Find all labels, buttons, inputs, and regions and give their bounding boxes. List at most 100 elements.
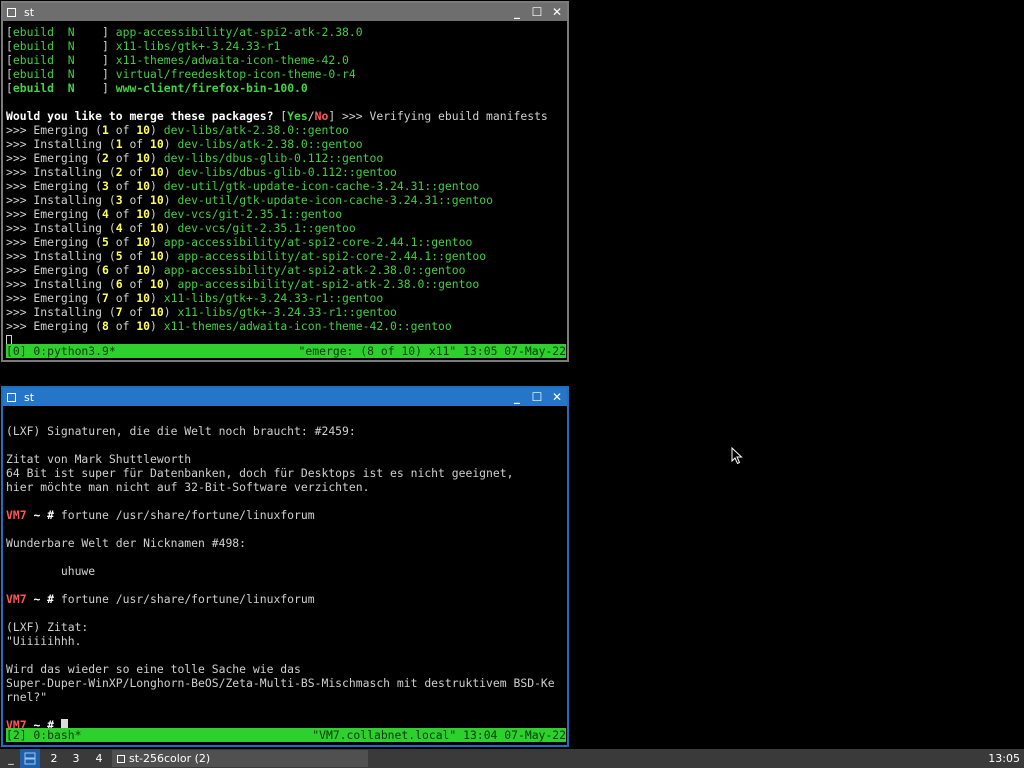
terminal-text: ]: [74, 25, 116, 39]
ebuild-line: [ebuild N ] virtual/freedesktop-icon-the…: [6, 67, 566, 81]
close-button[interactable]: ✕: [547, 3, 567, 21]
step-number: 2: [102, 151, 109, 165]
tmux-status-bar: [0] 0:python3.9* "emerge: (8 of 10) x11"…: [6, 344, 566, 358]
terminal-text: ): [163, 277, 178, 291]
ebuild-tag: ebuild: [12, 25, 55, 39]
ebuild-line: [ebuild N ] x11-themes/adwaita-icon-them…: [6, 53, 566, 67]
maximize-button[interactable]: ☐: [527, 388, 547, 406]
terminal-text: >>> Emerging (: [6, 151, 103, 165]
package-name: dev-libs/dbus-glib-0.112::gentoo: [163, 151, 384, 165]
terminal-text: [: [6, 67, 13, 81]
ebuild-flag: N: [67, 53, 75, 67]
terminal-text: ]: [74, 53, 116, 67]
terminal-text: [: [6, 39, 13, 53]
package-name: x11-libs/gtk+-3.24.33-r1: [115, 39, 281, 53]
ebuild-flag: N: [67, 39, 75, 53]
shell-prompt-line: VM7 ~ # fortune /usr/share/fortune/linux…: [6, 508, 566, 522]
package-name: dev-util/gtk-update-icon-cache-3.24.31::…: [163, 179, 480, 193]
taskbar-task-st[interactable]: st-256color (2): [112, 750, 368, 767]
step-number: 7: [115, 305, 123, 319]
step-number: 6: [115, 277, 123, 291]
terminal-text: [: [6, 25, 13, 39]
desktop-1-button[interactable]: [20, 749, 40, 768]
terminal-text: [: [6, 81, 13, 95]
terminal-text: >>> Installing (: [6, 137, 116, 151]
step-number: 3: [102, 179, 109, 193]
step-total: 10: [136, 151, 151, 165]
window-title: st: [24, 390, 35, 404]
terminal-text: of: [108, 179, 137, 193]
package-name: dev-vcs/git-2.35.1::gentoo: [163, 207, 343, 221]
step-total: 10: [136, 235, 151, 249]
terminal-text: ): [163, 305, 178, 319]
terminal-window-emerge[interactable]: st _ ☐ ✕ [ebuild N ] app-accessibility/a…: [1, 1, 569, 362]
step-number: 1: [102, 123, 109, 137]
show-desktop-button[interactable]: _: [4, 749, 18, 768]
desktop-2-button[interactable]: 2: [44, 749, 64, 768]
package-name: x11-themes/adwaita-icon-theme-42.0: [115, 53, 349, 67]
output-text: hier möchte man nicht auf 32-Bit-Softwar…: [6, 480, 370, 494]
package-name: virtual/freedesktop-icon-theme-0-r4: [115, 67, 356, 81]
prompt-host: VM7: [6, 592, 27, 606]
merge-question: Would you like to merge these packages?: [6, 109, 274, 123]
step-number: 5: [115, 249, 123, 263]
close-button[interactable]: ✕: [547, 388, 567, 406]
terminal-text: ): [163, 249, 178, 263]
merge-yes: Yes: [287, 109, 308, 123]
terminal-window-bash[interactable]: st _ ☐ ✕ (LXF) Signaturen, die die Welt …: [1, 386, 569, 747]
output-line: uhuwe: [6, 564, 566, 578]
ebuild-tag: ebuild: [12, 81, 55, 95]
task-label: st-256color (2): [129, 752, 211, 765]
shell-command: fortune /usr/share/fortune/linuxforum: [60, 592, 315, 606]
maximize-button[interactable]: ☐: [527, 3, 547, 21]
step-number: 2: [115, 165, 123, 179]
window-titlebar[interactable]: st _ ☐ ✕: [3, 3, 567, 21]
output-text: (LXF) Signaturen, die die Welt noch brau…: [6, 424, 356, 438]
desktop-4-button[interactable]: 4: [89, 749, 109, 768]
terminal-text: ): [150, 291, 164, 305]
step-total: 10: [136, 291, 151, 305]
step-total: 10: [136, 123, 151, 137]
clock: 13:05: [988, 752, 1020, 765]
emerge-step-line: >>> Installing (2 of 10) dev-libs/dbus-g…: [6, 165, 566, 179]
emerge-step-line: >>> Emerging (1 of 10) dev-libs/atk-2.38…: [6, 123, 566, 137]
terminal-output[interactable]: (LXF) Signaturen, die die Welt noch brau…: [6, 410, 566, 745]
terminal-text: ]: [74, 67, 116, 81]
prompt-symbol: #: [47, 592, 55, 606]
terminal-output[interactable]: [ebuild N ] app-accessibility/at-spi2-at…: [6, 25, 566, 360]
terminal-text: of: [122, 193, 151, 207]
terminal-text: >>> Emerging (: [6, 179, 103, 193]
desktop-3-button[interactable]: 3: [66, 749, 86, 768]
output-line: Super-Duper-WinXP/Longhorn-BeOS/Zeta-Mul…: [6, 676, 566, 690]
terminal-text: of: [122, 221, 151, 235]
output-line: Wunderbare Welt der Nicknamen #498:: [6, 536, 566, 550]
tmux-status-right: "emerge: (8 of 10) x11" 13:05 07-May-22: [298, 344, 566, 358]
merge-prompt-line: Would you like to merge these packages? …: [6, 109, 566, 123]
terminal-text: ): [150, 235, 164, 249]
emerge-step-line: >>> Emerging (7 of 10) x11-libs/gtk+-3.2…: [6, 291, 566, 305]
terminal-text: of: [122, 277, 151, 291]
ebuild-line: [ebuild N ] app-accessibility/at-spi2-at…: [6, 25, 566, 39]
step-total: 10: [150, 221, 164, 235]
step-number: 3: [115, 193, 123, 207]
step-number: 5: [102, 235, 109, 249]
minimize-button[interactable]: _: [507, 3, 527, 21]
window-titlebar[interactable]: st _ ☐ ✕: [3, 388, 567, 406]
minimize-button[interactable]: _: [507, 388, 527, 406]
package-name: app-accessibility/at-spi2-core-2.44.1::g…: [177, 249, 487, 263]
terminal-text: >>> Installing (: [6, 277, 116, 291]
output-text: (LXF) Zitat:: [6, 620, 89, 634]
emerge-step-line: >>> Installing (3 of 10) dev-util/gtk-up…: [6, 193, 566, 207]
merge-status: >>> Verifying ebuild manifests: [342, 109, 548, 123]
emerge-step-line: >>> Emerging (5 of 10) app-accessibility…: [6, 235, 566, 249]
tmux-status-bar: [2] 0:bash* "VM7.collabnet.local" 13:04 …: [6, 728, 566, 742]
package-name: dev-libs/dbus-glib-0.112::gentoo: [177, 165, 397, 179]
